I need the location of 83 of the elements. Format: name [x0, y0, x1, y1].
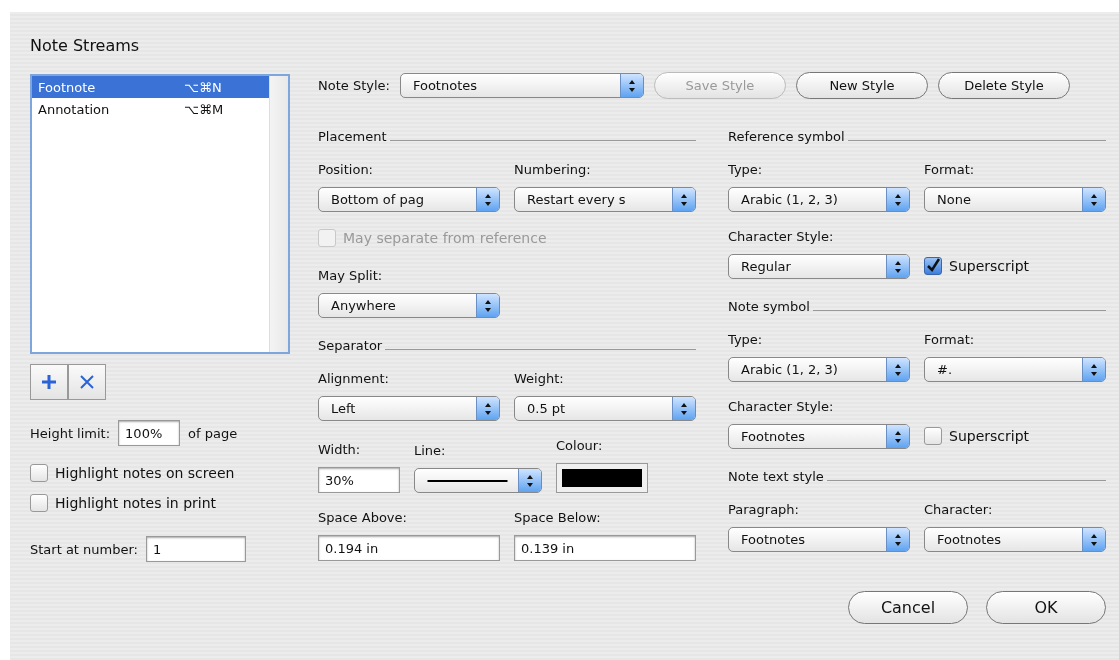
section-heading: Placement [318, 129, 387, 144]
popup-button[interactable]: Arabic (1, 2, 3) [728, 187, 910, 212]
checkbox[interactable] [30, 464, 48, 482]
stream-list-item[interactable]: Annotation ⌥⌘M [32, 98, 269, 120]
stream-list-item[interactable]: Footnote ⌥⌘N [32, 76, 269, 98]
section-heading: Separator [318, 338, 383, 353]
stepper-icon [1082, 188, 1105, 211]
field-label: Character: [924, 502, 994, 517]
field-label: Colour: [556, 438, 604, 453]
stepper-icon [1082, 358, 1105, 381]
field-label: Numbering: [514, 162, 592, 177]
field-label: Type: [728, 162, 764, 177]
popup-button[interactable]: Left [318, 396, 500, 421]
popup-button[interactable]: Arabic (1, 2, 3) [728, 357, 910, 382]
popup-button[interactable]: Restart every s [514, 187, 696, 212]
remove-button[interactable] [68, 364, 106, 400]
dialog-button[interactable]: OK [986, 591, 1106, 624]
stepper-icon [672, 188, 695, 211]
field-label: Space Below: [514, 510, 602, 525]
of-page-label: of page [188, 425, 238, 441]
section-heading: Note text style [728, 469, 824, 484]
stepper-icon [619, 74, 643, 97]
dialog-title: Note Streams [30, 36, 141, 57]
start-number-label: Start at number: [30, 541, 138, 557]
field-label: May Split: [318, 268, 384, 283]
field-label: Position: [318, 162, 374, 177]
checkbox-label: Highlight notes in print [55, 495, 217, 511]
plus-icon [41, 374, 57, 390]
height-limit-label: Height limit: [30, 425, 111, 441]
popup-button[interactable]: Bottom of pag [318, 187, 500, 212]
stepper-icon [672, 397, 695, 420]
popup-button[interactable]: None [924, 187, 1106, 212]
stepper-icon [886, 425, 909, 448]
checkbox[interactable] [924, 427, 942, 445]
checkbox[interactable] [30, 494, 48, 512]
checkbox-label: May separate from reference [343, 230, 547, 246]
popup-button[interactable]: Footnotes [728, 527, 910, 552]
colour-well[interactable] [556, 463, 648, 493]
style-button[interactable]: New Style [795, 72, 928, 99]
popup-button[interactable]: Anywhere [318, 293, 500, 318]
stepper-icon [476, 188, 499, 211]
note-style-label: Note Style: [318, 78, 390, 93]
field-label: Format: [924, 332, 976, 347]
stepper-icon [886, 255, 909, 278]
checkbox-label: Highlight notes on screen [55, 465, 235, 481]
height-limit-field[interactable]: 100% [118, 420, 181, 446]
field-label: Format: [924, 162, 976, 177]
section-heading: Note symbol [728, 299, 810, 314]
field-label: Character Style: [728, 229, 835, 244]
stepper-icon [1082, 528, 1105, 551]
popup-button[interactable]: 0.5 pt [514, 396, 696, 421]
stepper-icon [476, 294, 499, 317]
dialog-button[interactable]: Cancel [848, 591, 968, 624]
stepper-icon [886, 188, 909, 211]
stepper-icon [886, 528, 909, 551]
input-field[interactable]: 0.194 in [318, 535, 500, 561]
start-number-field[interactable]: 1 [146, 536, 246, 562]
section-heading: Reference symbol [728, 129, 845, 144]
checkbox-label: Superscript [949, 258, 1030, 274]
field-label: Paragraph: [728, 502, 800, 517]
input-field[interactable]: 0.139 in [514, 535, 696, 561]
stepper-icon [518, 469, 541, 492]
input-field[interactable]: 30% [318, 467, 400, 493]
add-button[interactable] [30, 364, 68, 400]
field-label: Character Style: [728, 399, 835, 414]
field-label: Width: [318, 442, 362, 457]
field-label: Alignment: [318, 371, 390, 386]
stepper-icon [476, 397, 499, 420]
field-label: Weight: [514, 371, 565, 386]
popup-button[interactable]: Footnotes [728, 424, 910, 449]
popup-button[interactable]: Footnotes [924, 527, 1106, 552]
popup-button[interactable]: #. [924, 357, 1106, 382]
note-style-popup[interactable]: Footnotes [399, 73, 644, 98]
field-label: Type: [728, 332, 764, 347]
cross-icon [79, 374, 95, 390]
checkbox[interactable] [924, 257, 942, 275]
line-style-popup[interactable] [414, 468, 542, 493]
field-label: Line: [414, 443, 447, 458]
style-button[interactable]: Delete Style [937, 72, 1070, 99]
checkbox-label: Superscript [949, 428, 1030, 444]
field-label: Space Above: [318, 510, 408, 525]
stepper-icon [886, 358, 909, 381]
popup-button[interactable]: Regular [728, 254, 910, 279]
